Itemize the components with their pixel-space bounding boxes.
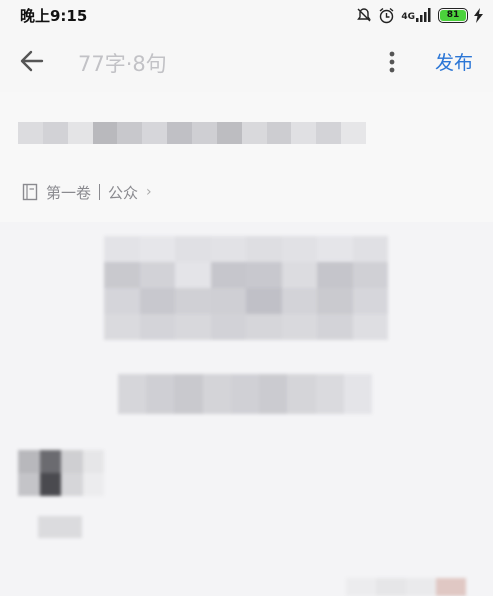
visibility-label: 公众	[108, 183, 139, 202]
signal-icon: 4G	[401, 8, 432, 22]
chevron-right-icon: ›	[146, 184, 152, 200]
app-bar: 77字·8句 发布	[0, 30, 493, 92]
editor-area[interactable]: 第一卷 公众 ›	[0, 92, 493, 596]
blurred-avatar	[18, 450, 104, 496]
title-area[interactable]: 第一卷 公众 ›	[0, 92, 493, 222]
chapter-selector[interactable]: 第一卷 公众 ›	[22, 180, 152, 204]
alarm-icon	[379, 7, 394, 23]
word-count: 77字·8句	[78, 52, 167, 76]
separator	[99, 184, 101, 200]
publish-button[interactable]: 发布	[435, 48, 473, 75]
charging-icon	[474, 7, 483, 23]
back-arrow-icon[interactable]	[18, 47, 46, 75]
battery-icon: 81	[438, 7, 468, 23]
status-icons: 4G 81	[356, 4, 483, 26]
volume-label: 第一卷	[46, 183, 92, 202]
mute-bell-icon	[357, 8, 372, 22]
blurred-image-1	[104, 236, 388, 340]
blurred-corner	[346, 578, 466, 596]
network-type: 4G	[401, 12, 415, 22]
blurred-small-block	[38, 516, 82, 538]
status-bar: 晚上9:15 4G 81	[0, 0, 493, 30]
status-time: 晚上9:15	[20, 7, 88, 25]
blurred-text-line	[118, 374, 372, 414]
chapter-title-blurred[interactable]	[18, 122, 367, 144]
battery-level: 81	[440, 9, 466, 21]
more-vert-icon[interactable]	[380, 48, 404, 76]
book-icon	[22, 183, 38, 201]
